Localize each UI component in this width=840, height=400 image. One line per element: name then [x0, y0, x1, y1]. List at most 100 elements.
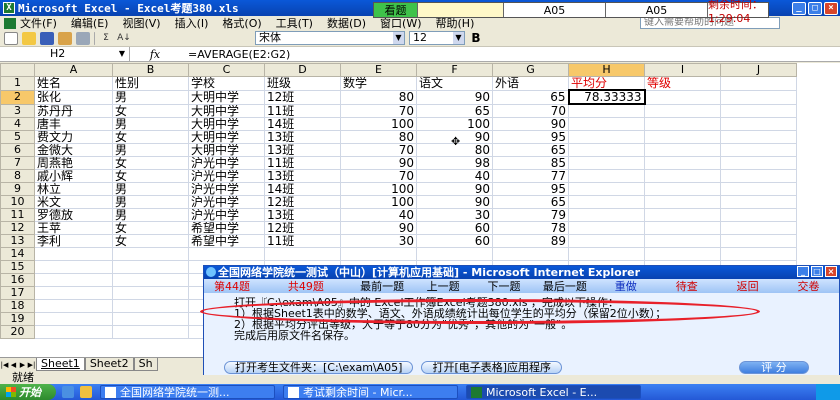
- save-icon[interactable]: [40, 31, 54, 45]
- insert-function-icon[interactable]: fx: [130, 48, 180, 61]
- cell-a20[interactable]: [34, 324, 113, 339]
- cell-d12[interactable]: 12班: [264, 220, 341, 235]
- row-header[interactable]: 7: [0, 155, 35, 170]
- cell-f3[interactable]: 65: [416, 103, 493, 118]
- column-header-g[interactable]: G: [492, 63, 569, 77]
- cell-j6[interactable]: [720, 142, 797, 157]
- row-header[interactable]: 11: [0, 207, 35, 222]
- cell-e4[interactable]: 100: [340, 116, 417, 131]
- cell-j5[interactable]: [720, 129, 797, 144]
- cell-i5[interactable]: [644, 129, 721, 144]
- cell-e11[interactable]: 40: [340, 207, 417, 222]
- sheet-tab-sheet1[interactable]: Sheet1: [36, 358, 85, 371]
- cell-a12[interactable]: 王苹: [34, 220, 113, 235]
- cell-h4[interactable]: [568, 116, 645, 131]
- cell-b17[interactable]: [112, 285, 189, 300]
- cell-d10[interactable]: 12班: [264, 194, 341, 209]
- cell-b4[interactable]: 男: [112, 116, 189, 131]
- column-header-e[interactable]: E: [340, 63, 417, 77]
- column-header-h[interactable]: H: [568, 63, 645, 77]
- cell-j9[interactable]: [720, 181, 797, 196]
- cell-a1[interactable]: 姓名: [34, 76, 113, 91]
- row-header[interactable]: 4: [0, 116, 35, 131]
- prev-question-button[interactable]: 上一题: [413, 278, 474, 294]
- cell-d4[interactable]: 14班: [264, 116, 341, 131]
- cell-c11[interactable]: 沪光中学: [188, 207, 265, 222]
- cell-a5[interactable]: 费文力: [34, 129, 113, 144]
- dialog-maximize-button[interactable]: □: [811, 266, 823, 277]
- close-button[interactable]: ×: [824, 1, 838, 15]
- cell-b15[interactable]: [112, 259, 189, 274]
- cell-b11[interactable]: 男: [112, 207, 189, 222]
- name-box[interactable]: H2 ▼: [0, 46, 130, 62]
- row-header[interactable]: 14: [0, 246, 35, 261]
- chevron-down-icon[interactable]: ▼: [393, 32, 404, 44]
- menu-file[interactable]: 文件(F): [20, 15, 57, 31]
- sort-ascending-icon[interactable]: A↓: [117, 32, 131, 45]
- cell-b10[interactable]: 男: [112, 194, 189, 209]
- menu-insert[interactable]: 插入(I): [175, 15, 209, 31]
- cell-h2[interactable]: 78.33333: [567, 89, 646, 105]
- cell-g6[interactable]: 65: [492, 142, 569, 157]
- cell-i11[interactable]: [644, 207, 721, 222]
- cell-b19[interactable]: [112, 311, 189, 326]
- row-header[interactable]: 9: [0, 181, 35, 196]
- cell-c14[interactable]: [188, 246, 265, 261]
- cell-e1[interactable]: 数学: [340, 76, 417, 91]
- cell-f4[interactable]: 100: [416, 116, 493, 131]
- dialog-minimize-button[interactable]: _: [797, 266, 809, 277]
- dialog-close-button[interactable]: ×: [825, 266, 837, 277]
- menu-tools[interactable]: 工具(T): [276, 15, 313, 31]
- bold-button[interactable]: B: [469, 31, 483, 45]
- cell-b3[interactable]: 女: [112, 103, 189, 118]
- cell-h13[interactable]: [568, 233, 645, 248]
- chevron-down-icon[interactable]: ▼: [119, 47, 125, 61]
- cell-a13[interactable]: 李利: [34, 233, 113, 248]
- cell-a2[interactable]: 张化: [34, 89, 113, 105]
- cell-e9[interactable]: 100: [340, 181, 417, 196]
- formula-input[interactable]: =AVERAGE(E2:G2): [180, 48, 290, 61]
- cell-b8[interactable]: 女: [112, 168, 189, 183]
- cell-a9[interactable]: 林立: [34, 181, 113, 196]
- cell-i3[interactable]: [644, 103, 721, 118]
- column-header-a[interactable]: A: [34, 63, 113, 77]
- cell-i12[interactable]: [644, 220, 721, 235]
- cell-e3[interactable]: 70: [340, 103, 417, 118]
- column-header-f[interactable]: F: [416, 63, 493, 77]
- task-exam-window[interactable]: 全国网络学院统一测...: [100, 385, 275, 399]
- exam-status-button[interactable]: 看题: [374, 3, 418, 17]
- return-button[interactable]: 返回: [717, 278, 778, 294]
- first-question-button[interactable]: 最前一题: [352, 278, 413, 294]
- cell-b7[interactable]: 女: [112, 155, 189, 170]
- cell-h1[interactable]: 平均分: [568, 76, 645, 91]
- cell-a3[interactable]: 苏丹丹: [34, 103, 113, 118]
- cell-c10[interactable]: 沪光中学: [188, 194, 265, 209]
- cell-d9[interactable]: 14班: [264, 181, 341, 196]
- cell-b18[interactable]: [112, 298, 189, 313]
- sheet-tab-sheet2[interactable]: Sheet2: [84, 358, 134, 371]
- cell-g9[interactable]: 95: [492, 181, 569, 196]
- cell-g3[interactable]: 70: [492, 103, 569, 118]
- cell-c9[interactable]: 沪光中学: [188, 181, 265, 196]
- open-folder-icon[interactable]: [22, 31, 36, 45]
- cell-i6[interactable]: [644, 142, 721, 157]
- cell-c3[interactable]: 大明中学: [188, 103, 265, 118]
- cell-g5[interactable]: 95: [492, 129, 569, 144]
- submit-button[interactable]: 交卷: [778, 278, 839, 294]
- workbook-icon[interactable]: [4, 17, 16, 29]
- row-header[interactable]: 6: [0, 142, 35, 157]
- cell-j10[interactable]: [720, 194, 797, 209]
- column-header-b[interactable]: B: [112, 63, 189, 77]
- cell-g1[interactable]: 外语: [492, 76, 569, 91]
- cell-c6[interactable]: 大明中学: [188, 142, 265, 157]
- cell-c4[interactable]: 大明中学: [188, 116, 265, 131]
- cell-j12[interactable]: [720, 220, 797, 235]
- cell-g11[interactable]: 79: [492, 207, 569, 222]
- row-header[interactable]: 1: [0, 76, 35, 91]
- open-app-button[interactable]: 打开[电子表格]应用程序: [421, 361, 563, 374]
- cell-f8[interactable]: 40: [416, 168, 493, 183]
- cell-h7[interactable]: [568, 155, 645, 170]
- cell-g2[interactable]: 65: [492, 89, 569, 105]
- permission-icon[interactable]: [58, 31, 72, 45]
- row-header[interactable]: 2: [0, 89, 35, 105]
